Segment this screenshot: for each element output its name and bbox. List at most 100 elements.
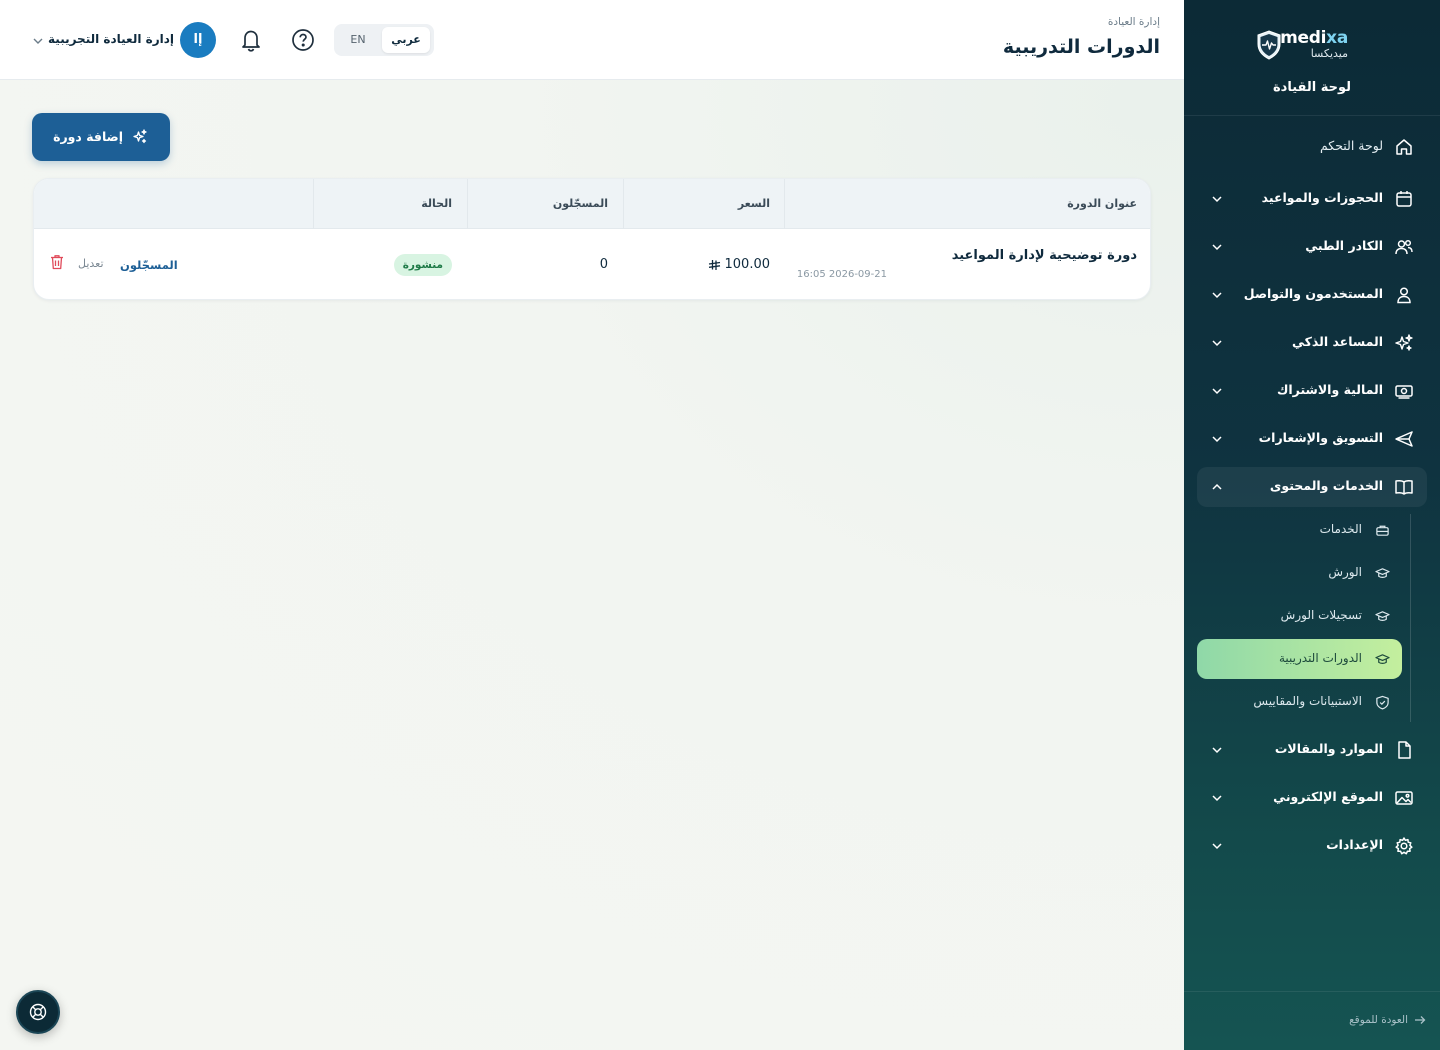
sidebar-item-label: الكادر الطبي (1305, 238, 1383, 253)
sidebar: medixa ميديكسا لوحة القيادة لوحة التحكم … (1184, 0, 1440, 1050)
bell-icon[interactable] (239, 27, 263, 53)
sidebar-subitem-workshops[interactable]: الورش (1197, 553, 1402, 593)
sidebar-item-users[interactable]: المستخدمون والتواصل (1197, 275, 1427, 315)
add-course-button[interactable]: إضافة دورة (32, 113, 170, 161)
divider (1184, 991, 1440, 992)
graduation-cap-icon (1375, 611, 1390, 621)
chevron-down-icon (1212, 340, 1222, 347)
course-price: 100.00 (708, 257, 771, 272)
column-header-enrolled[interactable]: المسجّلون (553, 197, 608, 210)
chevron-down-icon (1212, 196, 1222, 203)
sparkles-icon (1395, 334, 1413, 351)
user-icon (1397, 287, 1411, 304)
sparkles-icon (133, 129, 147, 144)
support-button[interactable] (16, 990, 60, 1034)
course-date: 2026-09-21 16:05 (796, 269, 887, 280)
brand-name-ar: ميديكسا (1310, 47, 1348, 60)
help-icon[interactable] (291, 28, 315, 52)
column-header-price[interactable]: السعر (738, 197, 770, 210)
graduation-cap-icon (1375, 568, 1390, 578)
graduation-cap-icon (1375, 654, 1390, 664)
document-icon (1398, 741, 1411, 759)
chevron-down-icon (1212, 843, 1222, 850)
sidebar-item-resources[interactable]: الموارد والمقالات (1197, 730, 1427, 770)
edit-link[interactable]: تعديل (78, 257, 104, 270)
sidebar-item-finance[interactable]: المالية والاشتراك (1197, 371, 1427, 411)
lifebuoy-icon (29, 1003, 47, 1021)
sidebar-item-settings[interactable]: الإعدادات (1197, 826, 1427, 866)
back-to-site-label: العودة للموقع (1349, 1014, 1408, 1026)
sidebar-item-services-content[interactable]: الخدمات والمحتوى (1197, 467, 1427, 507)
sidebar-subitem-surveys[interactable]: الاستبيانات والمقاييس (1197, 682, 1402, 722)
column-divider (313, 179, 314, 229)
language-option-english[interactable]: EN (338, 27, 378, 53)
image-icon (1395, 791, 1413, 805)
users-icon (1395, 239, 1413, 255)
chevron-down-icon (1212, 436, 1222, 443)
account-menu[interactable]: إا إدارة العيادة التجريبية (32, 22, 222, 58)
sidebar-item-label: الخدمات والمحتوى (1269, 478, 1383, 493)
sidebar-item-label: المستخدمون والتواصل (1243, 286, 1383, 301)
sidebar-item-marketing[interactable]: التسويق والإشعارات (1197, 419, 1427, 459)
briefcase-icon (1376, 525, 1389, 536)
sidebar-item-label: لوحة التحكم (1319, 138, 1383, 153)
chevron-up-icon (1212, 483, 1222, 490)
courses-table: عنوان الدورة السعر المسجّلون الحالة دورة… (33, 178, 1151, 300)
money-icon (1395, 385, 1413, 399)
course-enrolled-count: 0 (599, 257, 608, 272)
sidebar-item-label: المالية والاشتراك (1276, 382, 1383, 397)
sidebar-item-dashboard[interactable]: لوحة التحكم (1197, 127, 1427, 167)
column-header-status[interactable]: الحالة (421, 197, 452, 210)
arrow-right-icon (1415, 1016, 1426, 1024)
sidebar-item-bookings[interactable]: الحجوزات والمواعيد (1197, 179, 1427, 219)
column-divider (467, 179, 468, 229)
sidebar-item-label: التسويق والإشعارات (1258, 430, 1383, 445)
sidebar-subitem-training-courses[interactable]: الدورات التدريبية (1197, 639, 1402, 679)
sidebar-subitem-label: الدورات التدريبية (1278, 651, 1362, 665)
gear-icon (1395, 837, 1413, 855)
riyal-icon (708, 259, 720, 270)
brand-name-accent: xa (1326, 28, 1348, 48)
language-option-arabic[interactable]: عربي (382, 27, 430, 53)
sidebar-item-label: الإعدادات (1326, 837, 1383, 852)
book-icon (1395, 479, 1413, 495)
trash-icon[interactable] (50, 254, 64, 270)
sidebar-subitem-label: تسجيلات الورش (1280, 608, 1362, 622)
chevron-down-icon (1212, 747, 1222, 754)
course-title: دورة توضيحية لإدارة المواعيد (951, 248, 1137, 263)
sidebar-item-label: المساعد الذكي (1292, 334, 1383, 349)
sidebar-item-website[interactable]: الموقع الإلكتروني (1197, 778, 1427, 818)
column-divider (623, 179, 624, 229)
page-title: الدورات التدريبية (1002, 36, 1160, 58)
sidebar-item-medical-staff[interactable]: الكادر الطبي (1197, 227, 1427, 267)
send-icon (1395, 431, 1413, 447)
column-header-title[interactable]: عنوان الدورة (1067, 197, 1137, 210)
brand-name-prefix: medi (1280, 28, 1327, 48)
brand-logo[interactable]: medixa ميديكسا (1184, 28, 1440, 68)
shield-check-icon (1376, 695, 1389, 710)
sidebar-subitem-label: الخدمات (1319, 522, 1362, 536)
avatar: إا (180, 22, 216, 58)
top-header: إدارة العيادة الدورات التدريبية عربي EN … (0, 0, 1184, 80)
sidebar-title: لوحة القيادة (1272, 80, 1352, 95)
breadcrumb[interactable]: إدارة العيادة (1108, 16, 1160, 28)
calendar-icon (1396, 191, 1412, 207)
sidebar-subitem-workshop-registrations[interactable]: تسجيلات الورش (1197, 596, 1402, 636)
sidebar-subitem-services[interactable]: الخدمات (1197, 510, 1402, 550)
shield-logo-icon (1257, 30, 1281, 60)
course-price-value: 100.00 (724, 257, 771, 272)
brand-name: medixa ميديكسا (1280, 28, 1348, 60)
sidebar-item-label: الموقع الإلكتروني (1273, 789, 1383, 804)
chevron-down-icon (1212, 795, 1222, 802)
add-course-label: إضافة دورة (53, 129, 123, 144)
status-badge: منشورة (393, 254, 452, 276)
sidebar-item-label: الحجوزات والمواعيد (1261, 190, 1383, 205)
table-row: دورة توضيحية لإدارة المواعيد 2026-09-21 … (34, 230, 1150, 299)
sidebar-item-ai-assistant[interactable]: المساعد الذكي (1197, 323, 1427, 363)
view-enrolled-link[interactable]: المسجّلون (120, 258, 178, 272)
back-to-site-link[interactable]: العودة للموقع (1349, 1014, 1426, 1026)
home-icon (1396, 139, 1412, 155)
divider (1184, 115, 1440, 116)
chevron-down-icon (33, 38, 43, 44)
sidebar-subitem-label: الاستبيانات والمقاييس (1253, 694, 1362, 708)
